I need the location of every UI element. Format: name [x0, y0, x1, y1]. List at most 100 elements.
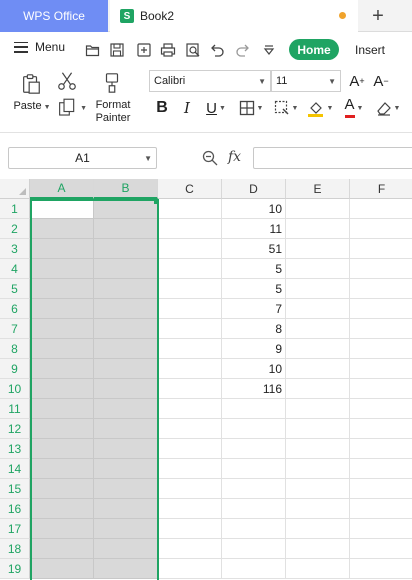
cell-c13[interactable]	[158, 439, 222, 459]
row-header-5[interactable]: 5	[0, 279, 30, 299]
cell-c8[interactable]	[158, 339, 222, 359]
cell-c14[interactable]	[158, 459, 222, 479]
cell-a8[interactable]	[30, 339, 94, 359]
cell-f11[interactable]	[350, 399, 412, 419]
format-painter-button[interactable]: Format Painter	[88, 99, 138, 125]
select-all-button[interactable]	[0, 179, 30, 199]
cell-b16[interactable]	[94, 499, 158, 519]
row-header-14[interactable]: 14	[0, 459, 30, 479]
cell-d3[interactable]: 51	[222, 239, 286, 259]
cell-f18[interactable]	[350, 539, 412, 559]
row-header-7[interactable]: 7	[0, 319, 30, 339]
cell-f16[interactable]	[350, 499, 412, 519]
cell-b5[interactable]	[94, 279, 158, 299]
fill-handle[interactable]	[154, 199, 159, 204]
cell-d13[interactable]	[222, 439, 286, 459]
cell-b19[interactable]	[94, 559, 158, 579]
cell-e13[interactable]	[286, 439, 350, 459]
main-menu-button[interactable]: Menu	[14, 40, 65, 54]
cell-f6[interactable]	[350, 299, 412, 319]
cell-c9[interactable]	[158, 359, 222, 379]
cell-format-button[interactable]: ▼	[271, 97, 301, 119]
row-header-2[interactable]: 2	[0, 219, 30, 239]
column-header-f[interactable]: F	[350, 179, 412, 199]
cell-a7[interactable]	[30, 319, 94, 339]
cell-d5[interactable]: 5	[222, 279, 286, 299]
cell-b4[interactable]	[94, 259, 158, 279]
cell-name-box[interactable]: A1 ▼	[8, 147, 157, 169]
cell-a3[interactable]	[30, 239, 94, 259]
cell-f19[interactable]	[350, 559, 412, 579]
row-header-17[interactable]: 17	[0, 519, 30, 539]
fill-color-button[interactable]: ▼	[305, 97, 335, 119]
column-header-c[interactable]: C	[158, 179, 222, 199]
italic-button[interactable]: I	[178, 97, 196, 119]
row-header-11[interactable]: 11	[0, 399, 30, 419]
column-header-e[interactable]: E	[286, 179, 350, 199]
row-header-12[interactable]: 12	[0, 419, 30, 439]
cell-d7[interactable]: 8	[222, 319, 286, 339]
font-size-select[interactable]: 11 ▼	[271, 70, 341, 92]
cell-a6[interactable]	[30, 299, 94, 319]
cell-e19[interactable]	[286, 559, 350, 579]
cell-e4[interactable]	[286, 259, 350, 279]
bold-button[interactable]: B	[153, 97, 171, 119]
cell-a11[interactable]	[30, 399, 94, 419]
cell-e6[interactable]	[286, 299, 350, 319]
cell-a15[interactable]	[30, 479, 94, 499]
cell-e16[interactable]	[286, 499, 350, 519]
cell-b7[interactable]	[94, 319, 158, 339]
cell-e18[interactable]	[286, 539, 350, 559]
spreadsheet-grid[interactable]: A B C D E F 1 10 2 11 3 51 4 5 5 5 6 7 7 8 8 9 9 10 10 116 11 12 13 1…	[0, 179, 412, 580]
cell-a18[interactable]	[30, 539, 94, 559]
cell-a12[interactable]	[30, 419, 94, 439]
cell-c18[interactable]	[158, 539, 222, 559]
cell-d9[interactable]: 10	[222, 359, 286, 379]
row-header-1[interactable]: 1	[0, 199, 30, 219]
new-tab-button[interactable]: +	[362, 0, 394, 32]
cell-e17[interactable]	[286, 519, 350, 539]
cell-f3[interactable]	[350, 239, 412, 259]
cell-d11[interactable]	[222, 399, 286, 419]
cell-f2[interactable]	[350, 219, 412, 239]
cell-a10[interactable]	[30, 379, 94, 399]
borders-button[interactable]: ▼	[236, 97, 266, 119]
cell-b3[interactable]	[94, 239, 158, 259]
cell-e1[interactable]	[286, 199, 350, 219]
cell-b1[interactable]	[94, 199, 158, 219]
decrease-font-size-button[interactable]: A −	[372, 70, 390, 92]
print-preview-icon[interactable]	[184, 41, 202, 59]
clear-format-button[interactable]: ▼	[373, 97, 403, 119]
cell-c15[interactable]	[158, 479, 222, 499]
row-header-18[interactable]: 18	[0, 539, 30, 559]
cell-d19[interactable]	[222, 559, 286, 579]
paste-button[interactable]: Paste ▼	[12, 100, 52, 112]
cell-f4[interactable]	[350, 259, 412, 279]
cell-a17[interactable]	[30, 519, 94, 539]
font-name-select[interactable]: Calibri ▼	[149, 70, 271, 92]
document-tab-book2[interactable]: S Book2	[110, 0, 358, 32]
cell-f17[interactable]	[350, 519, 412, 539]
cell-d10[interactable]: 116	[222, 379, 286, 399]
cell-f5[interactable]	[350, 279, 412, 299]
cell-b18[interactable]	[94, 539, 158, 559]
cell-a9[interactable]	[30, 359, 94, 379]
cell-e9[interactable]	[286, 359, 350, 379]
cell-a13[interactable]	[30, 439, 94, 459]
cell-d4[interactable]: 5	[222, 259, 286, 279]
cell-b9[interactable]	[94, 359, 158, 379]
font-color-button[interactable]: A ▼	[340, 97, 368, 119]
cell-e5[interactable]	[286, 279, 350, 299]
cell-f13[interactable]	[350, 439, 412, 459]
copy-button[interactable]: ▼	[57, 97, 87, 119]
cell-d6[interactable]: 7	[222, 299, 286, 319]
cell-d16[interactable]	[222, 499, 286, 519]
cell-c12[interactable]	[158, 419, 222, 439]
cell-d18[interactable]	[222, 539, 286, 559]
cell-a2[interactable]	[30, 219, 94, 239]
cell-a1[interactable]	[30, 199, 94, 219]
cell-f14[interactable]	[350, 459, 412, 479]
save-icon[interactable]	[108, 41, 126, 59]
cell-e14[interactable]	[286, 459, 350, 479]
cell-b14[interactable]	[94, 459, 158, 479]
